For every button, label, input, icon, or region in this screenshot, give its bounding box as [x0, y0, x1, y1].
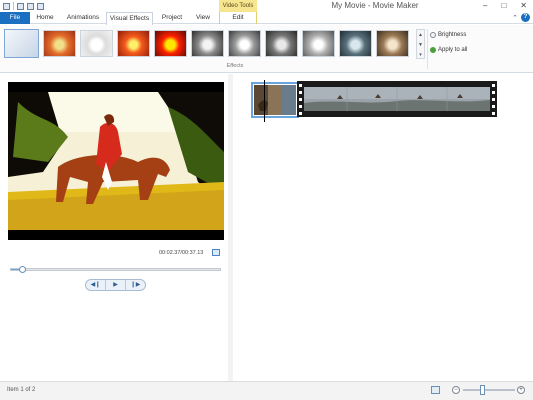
thumbnail-size-icon[interactable] — [431, 386, 440, 394]
effect-sepia[interactable] — [376, 30, 409, 57]
effect-warm[interactable] — [117, 30, 150, 57]
minimize-button[interactable]: – — [483, 1, 487, 10]
effect-black-and-white-red[interactable] — [265, 30, 298, 57]
scroll-down-icon[interactable]: ▼ — [417, 40, 424, 50]
brightness-icon — [430, 32, 436, 38]
storyboard — [233, 74, 533, 381]
seek-bar[interactable] — [10, 268, 221, 271]
clip-1-thumbnail — [254, 85, 296, 115]
clip-2[interactable] — [297, 81, 497, 117]
apply-to-all-label: Apply to all — [438, 47, 468, 53]
status-text: Item 1 of 2 — [7, 387, 36, 393]
previous-frame-button[interactable]: ◀❙ — [86, 280, 105, 290]
apply-to-all-button[interactable]: Apply to all — [430, 47, 467, 53]
brightness-label: Brightness — [438, 32, 467, 38]
effect-cyan[interactable] — [339, 30, 372, 57]
zoom-in-button[interactable]: + — [517, 386, 525, 394]
app-menu-icon[interactable] — [3, 2, 10, 10]
ribbon-tab-bar: File Home Animations Visual Effects Proj… — [0, 12, 533, 25]
clip-1[interactable] — [251, 82, 299, 118]
play-button[interactable]: ▶ — [105, 280, 125, 290]
effect-posterize[interactable] — [154, 30, 187, 57]
video-frame-image — [8, 82, 224, 240]
scroll-up-icon[interactable]: ▲ — [417, 30, 424, 40]
ribbon-visual-effects: ▲ ▼ ▾ Effects Brightness Apply to all — [0, 25, 533, 73]
maximize-button[interactable]: □ — [501, 1, 506, 10]
time-readout: 00:02.37/00:37.13 — [159, 250, 204, 256]
tab-animations[interactable]: Animations — [63, 12, 103, 24]
effect-no-effect[interactable] — [4, 29, 39, 58]
tab-view[interactable]: View — [192, 12, 214, 24]
seek-thumb[interactable] — [19, 266, 26, 273]
effects-gallery — [4, 29, 409, 58]
undo-icon[interactable] — [27, 2, 34, 10]
preview-pane: 00:02.37/00:37.13 ◀❙ ▶ ❙▶ — [0, 74, 232, 381]
quick-access-toolbar — [3, 2, 44, 10]
zoom-slider[interactable] — [463, 389, 515, 391]
movie-maker-window: Video Tools My Movie - Movie Maker – □ ✕… — [0, 0, 533, 400]
gallery-scroll[interactable]: ▲ ▼ ▾ — [416, 29, 425, 59]
zoom-out-button[interactable]: − — [452, 386, 460, 394]
save-icon[interactable] — [17, 2, 24, 10]
tab-visual-effects[interactable]: Visual Effects — [106, 12, 153, 25]
status-bar: Item 1 of 2 − + — [0, 381, 533, 400]
tab-home[interactable]: Home — [32, 12, 58, 24]
playhead[interactable] — [264, 80, 265, 122]
effect-black-and-white-yellow[interactable] — [302, 30, 335, 57]
apply-to-all-icon — [430, 47, 436, 53]
clip-2-filmstrip — [297, 81, 497, 117]
transport-controls: ◀❙ ▶ ❙▶ — [85, 279, 146, 291]
tab-file[interactable]: File — [0, 12, 30, 24]
next-frame-button[interactable]: ❙▶ — [125, 280, 145, 290]
gallery-more-icon[interactable]: ▾ — [417, 50, 424, 60]
qat-separator — [13, 2, 14, 10]
group-divider — [427, 29, 428, 69]
window-title: My Movie - Movie Maker — [331, 1, 419, 10]
title-bar: Video Tools My Movie - Movie Maker – □ ✕ — [0, 0, 533, 12]
effect-blur[interactable] — [43, 30, 76, 57]
zoom-slider-thumb[interactable] — [480, 385, 485, 395]
effect-black-and-white-orange[interactable] — [228, 30, 261, 57]
video-tools-context-label: Video Tools — [219, 0, 257, 12]
tab-edit[interactable]: Edit — [219, 12, 257, 24]
close-button[interactable]: ✕ — [520, 1, 527, 10]
help-icon[interactable]: ? — [521, 13, 530, 22]
tab-project[interactable]: Project — [157, 12, 187, 24]
redo-icon[interactable] — [37, 2, 44, 10]
effect-black-and-white[interactable] — [191, 30, 224, 57]
effect-edge-detection[interactable] — [80, 30, 113, 57]
effects-group-label: Effects — [226, 63, 244, 69]
window-controls: – □ ✕ — [483, 1, 527, 10]
fullscreen-icon[interactable] — [212, 249, 220, 256]
collapse-ribbon-icon[interactable]: ⌃ — [512, 14, 518, 22]
video-preview[interactable] — [8, 82, 224, 240]
brightness-button[interactable]: Brightness — [430, 32, 466, 38]
